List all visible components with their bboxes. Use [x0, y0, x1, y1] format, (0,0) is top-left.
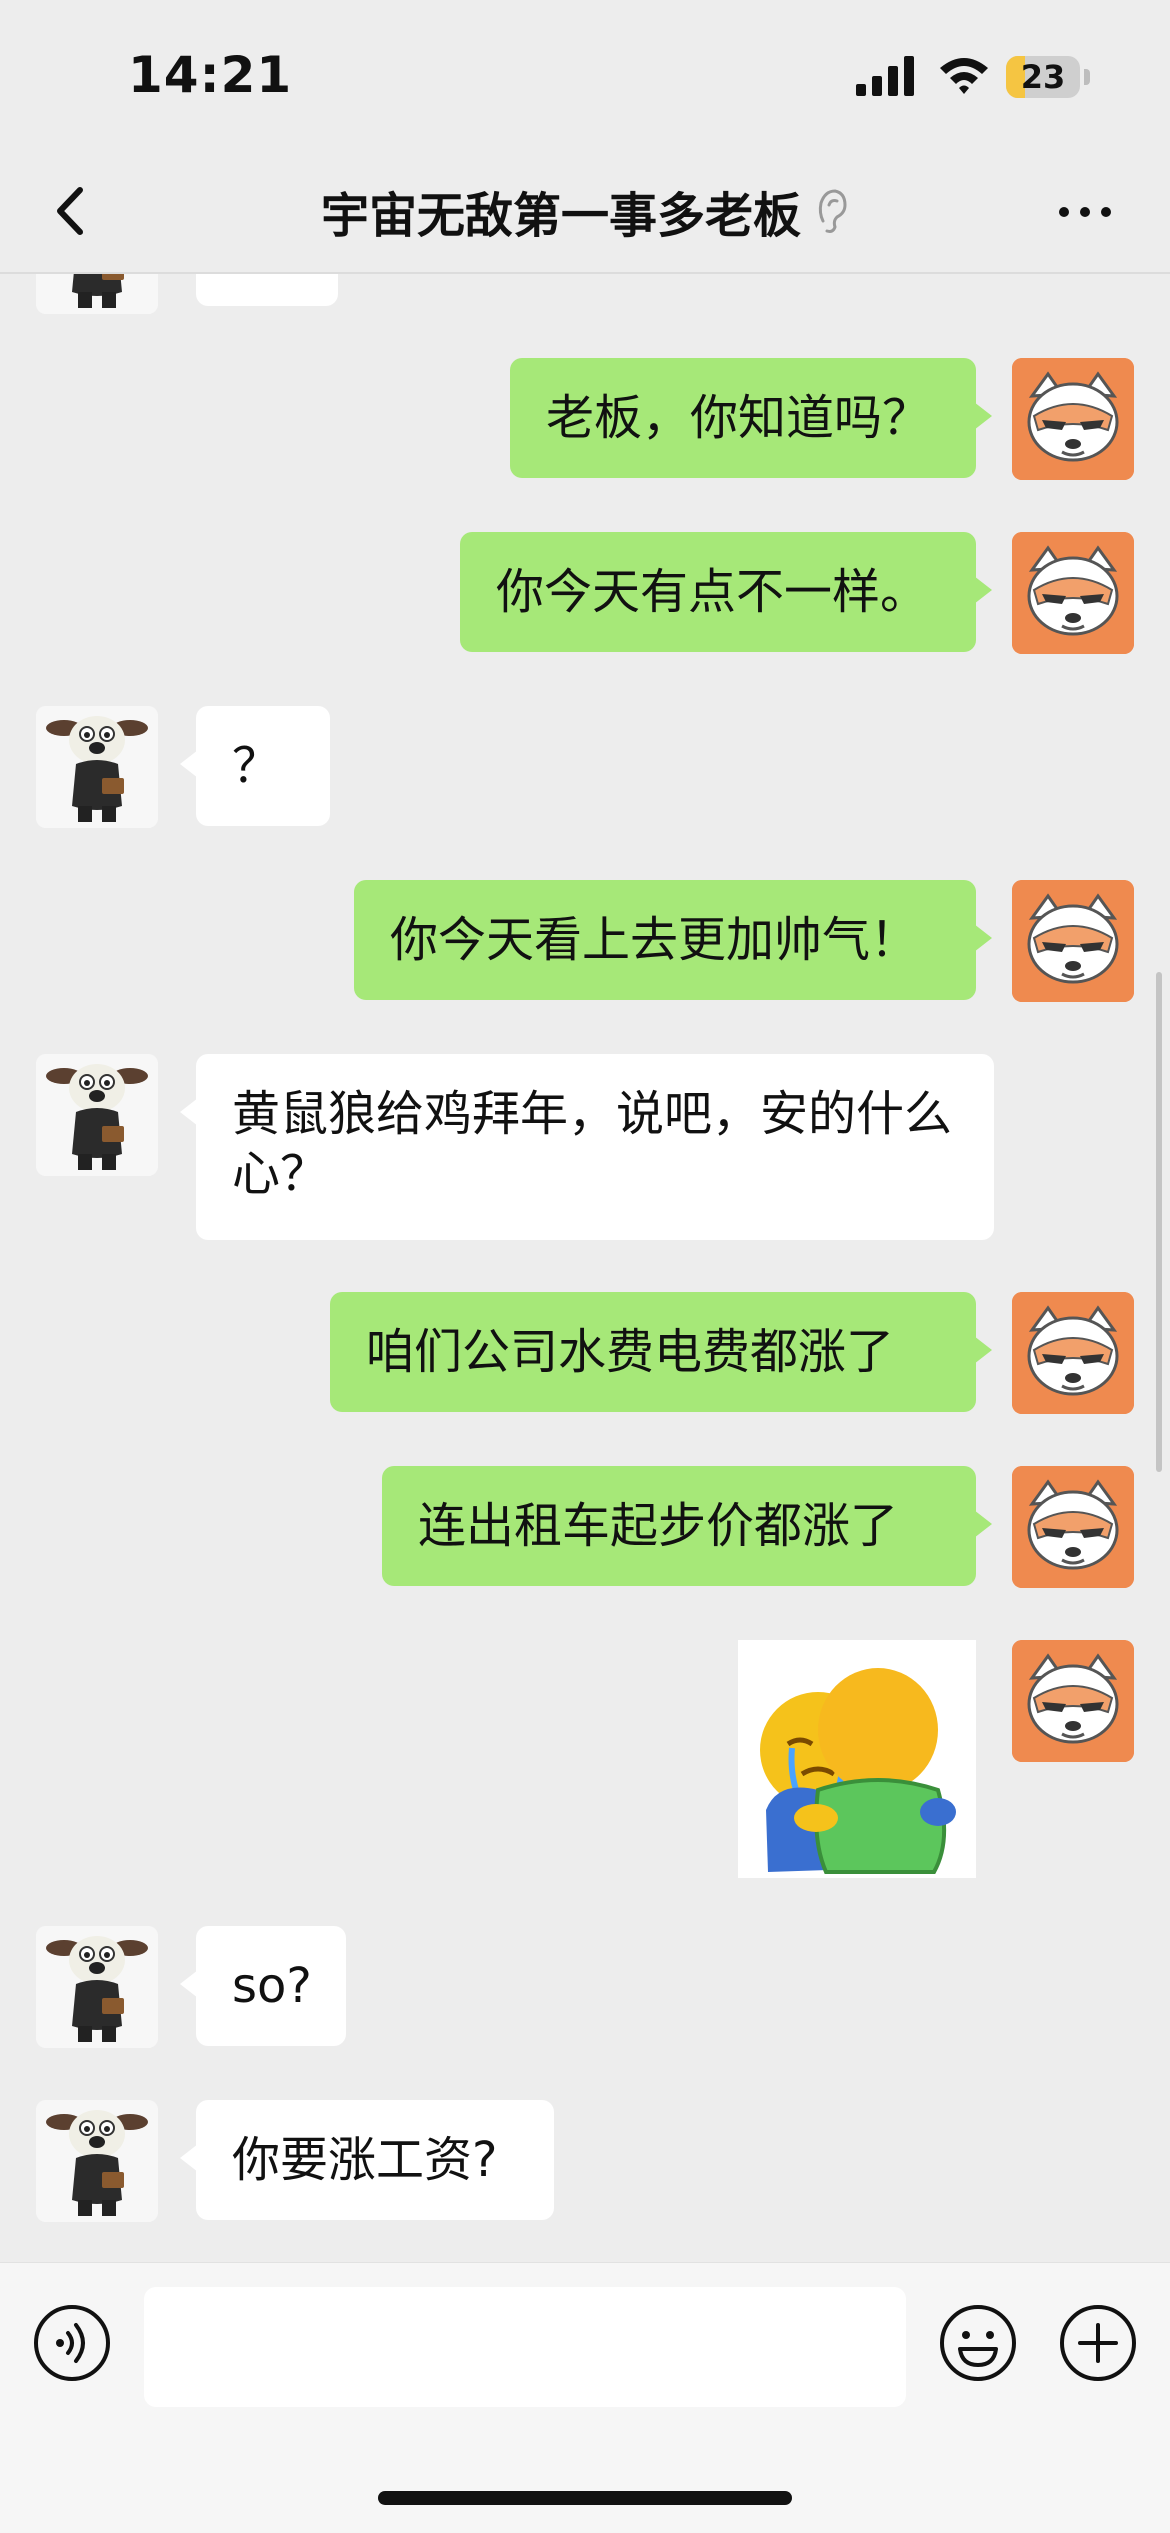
message-bubble[interactable]: 老板，你知道吗？ [510, 358, 992, 478]
message-bubble[interactable]: 你今天看上去更加帅气！ [354, 880, 992, 1000]
my-avatar[interactable] [1012, 532, 1134, 654]
message-list[interactable]: 老板，你知道吗？ 你今天有点不一样。 ？ 你今天看上去更加帅气！ 黄鼠狼给鸡拜年… [0, 272, 1170, 2262]
scrollbar[interactable] [1156, 972, 1162, 1472]
my-avatar[interactable] [1012, 1640, 1134, 1762]
chat-header: 宇宙无敌第一事多老板 [0, 150, 1170, 274]
contact-avatar[interactable] [36, 272, 158, 314]
emoji-icon[interactable] [938, 2303, 1018, 2383]
battery-icon: 23 [1006, 56, 1092, 98]
battery-level: 23 [1020, 58, 1066, 96]
chevron-left-icon[interactable] [40, 176, 110, 246]
message-input[interactable] [144, 2287, 906, 2407]
input-bar [0, 2262, 1170, 2533]
status-bar: 14:21 23 [0, 0, 1170, 150]
status-time: 14:21 [128, 46, 293, 104]
message-bubble[interactable]: ？ [180, 706, 330, 826]
plus-icon[interactable] [1058, 2303, 1138, 2383]
cellular-signal-icon [856, 56, 914, 96]
contact-avatar[interactable] [36, 2100, 158, 2222]
home-indicator[interactable] [378, 2491, 792, 2505]
contact-avatar[interactable] [36, 1926, 158, 2048]
chat-title-group: 宇宙无敌第一事多老板 [200, 150, 970, 272]
contact-avatar[interactable] [36, 706, 158, 828]
my-avatar[interactable] [1012, 880, 1134, 1002]
message-bubble[interactable]: 你今天有点不一样。 [460, 532, 992, 652]
more-dots-icon[interactable] [1050, 182, 1120, 242]
my-avatar[interactable] [1012, 358, 1134, 480]
message-bubble[interactable]: 你要涨工资? [180, 2100, 554, 2220]
contact-avatar[interactable] [36, 1054, 158, 1176]
my-avatar[interactable] [1012, 1466, 1134, 1588]
message-bubble[interactable]: 咱们公司水费电费都涨了 [330, 1292, 992, 1412]
chat-title: 宇宙无敌第一事多老板 [320, 188, 801, 244]
message-bubble[interactable]: so? [180, 1926, 346, 2046]
ear-icon [818, 189, 847, 233]
my-avatar[interactable] [1012, 1292, 1134, 1414]
message-bubble[interactable]: 连出租车起步价都涨了 [382, 1466, 992, 1586]
hugging-emoji-sticker[interactable] [738, 1640, 976, 1878]
message-bubble-partial [196, 272, 338, 306]
wifi-icon [940, 58, 988, 94]
voice-icon[interactable] [32, 2303, 112, 2383]
message-bubble[interactable]: 黄鼠狼给鸡拜年，说吧，安的什么心？ [180, 1054, 994, 1240]
